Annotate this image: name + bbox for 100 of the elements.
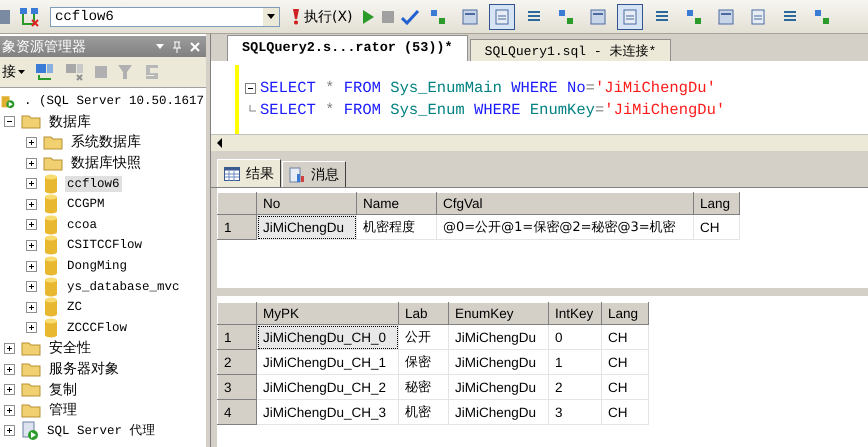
row-header[interactable]: 1 [218,214,256,240]
expand-icon[interactable] [26,198,37,210]
tree-item[interactable]: 系统数据库 [69,132,143,152]
tree-item[interactable]: . (SQL Server 10.50.1617 [22,93,206,110]
folder-icon [43,156,63,171]
table-cell: JiMiChengDu [448,350,548,374]
tree-item[interactable]: ZC [65,299,84,316]
caret-icon [18,70,25,74]
column-header[interactable]: Lab [398,302,448,324]
tree-item[interactable]: 复制 [47,380,79,400]
tree-item[interactable]: ccoa [65,216,100,233]
expand-icon[interactable] [26,178,37,190]
tree-item[interactable]: ccflow6 [65,176,122,192]
table-cell: @0=公开@1=保密@2=秘密@3=机密 [436,214,694,240]
table-cell: 3 [548,400,602,424]
tree-item[interactable]: SQL Server 代理 [45,421,158,440]
agent-icon [21,420,39,441]
expand-icon[interactable] [26,322,37,334]
tree-item[interactable]: 数据库 [47,112,93,132]
expand-icon[interactable] [4,384,15,396]
header-corner [218,302,256,324]
expand-icon[interactable] [4,425,15,436]
results-tab[interactable]: 结果 [217,159,281,187]
column-header[interactable]: CfgVal [436,192,694,214]
tree-item[interactable]: DongMing [65,258,130,274]
close-icon[interactable] [190,42,200,52]
column-header[interactable]: EnumKey [448,302,548,324]
execute-button[interactable]: 执行(X) [290,8,355,26]
table-cell: JiMiChengDu_CH_2 [256,374,398,400]
connect-button[interactable]: 接 [2,63,25,81]
table-cell: CH [602,350,648,374]
table-cell: JiMiChengDu [448,324,548,350]
panel-title: 象资源管理器 [2,38,86,56]
checkmark-icon[interactable] [400,8,419,24]
database-icon [43,235,59,256]
folder-icon [21,340,41,356]
exclamation-icon [292,8,300,24]
expand-icon[interactable] [26,240,37,251]
editor-tab[interactable]: SQLQuery2.s...rator (53))* [227,35,468,61]
scroll-left-icon[interactable] [215,136,225,150]
header-corner [218,192,256,214]
database-icon [43,297,59,318]
tree-item[interactable]: 管理 [47,400,79,420]
row-header[interactable]: 3 [218,374,256,400]
disconnect-icon[interactable] [65,63,85,81]
expand-icon[interactable] [26,136,37,148]
expand-icon[interactable] [4,404,15,416]
table-cell: 机密程度 [356,214,436,240]
table-cell: JiMiChengDu_CH_0 [256,324,398,350]
network-icon[interactable] [18,6,40,28]
expand-icon[interactable] [4,364,15,375]
table-cell: CH [602,324,648,350]
column-header[interactable]: Lang [694,192,740,214]
row-header[interactable]: 4 [218,400,256,424]
row-header[interactable]: 1 [218,324,256,350]
tree-item[interactable]: ZCCCFlow [65,320,130,336]
folder-icon [43,134,63,150]
table-cell: JiMiChengDu [448,374,548,400]
database-icon [43,214,59,235]
column-header[interactable]: Lang [602,302,648,324]
expand-icon[interactable] [26,260,37,272]
collapse-icon[interactable] [4,116,15,128]
table-cell: 0 [548,324,602,350]
table-cell: JiMiChengDu [256,214,356,240]
pin-icon[interactable] [172,40,182,52]
play-icon[interactable] [360,8,375,24]
expand-icon[interactable] [26,281,37,292]
panel-icon[interactable] [488,4,515,30]
column-header[interactable]: IntKey [548,302,602,324]
expand-icon[interactable] [26,219,37,230]
table-cell: 秘密 [398,374,448,400]
column-header[interactable]: Name [356,192,436,214]
table-cell: 1 [548,350,602,374]
expand-icon[interactable] [26,302,37,313]
server-icon[interactable] [35,63,55,81]
database-icon [43,194,59,214]
table-cell: JiMiChengDu [448,400,548,424]
database-dropdown[interactable]: ccflow6 [50,6,280,26]
folder-icon [21,382,41,398]
results-tab[interactable]: 消息 [282,161,346,187]
dropdown-icon[interactable] [156,44,164,49]
tree-item[interactable]: CCGPM [65,196,107,212]
column-header[interactable]: MyPK [256,302,398,324]
row-header[interactable]: 2 [218,350,256,374]
table-cell: JiMiChengDu_CH_1 [256,350,398,374]
table-cell: CH [694,214,740,240]
column-header[interactable]: No [256,192,356,214]
expand-icon[interactable] [26,158,37,169]
expand-icon[interactable] [4,342,15,354]
editor-tab[interactable]: SQLQuery1.sql - 未连接* [470,39,672,61]
tree-item[interactable]: ys_database_mvc [65,278,182,295]
folder-icon [21,114,41,130]
table-cell: 2 [548,374,602,400]
tree-item[interactable]: 数据库快照 [69,153,143,174]
tree-item[interactable]: 安全性 [47,338,93,358]
tree-item[interactable]: CSITCCFlow [65,237,144,254]
collapse-icon[interactable] [245,82,256,94]
table-cell: 机密 [398,400,448,424]
tree-item[interactable]: 服务器对象 [47,359,121,380]
table-cell: 保密 [398,350,448,374]
